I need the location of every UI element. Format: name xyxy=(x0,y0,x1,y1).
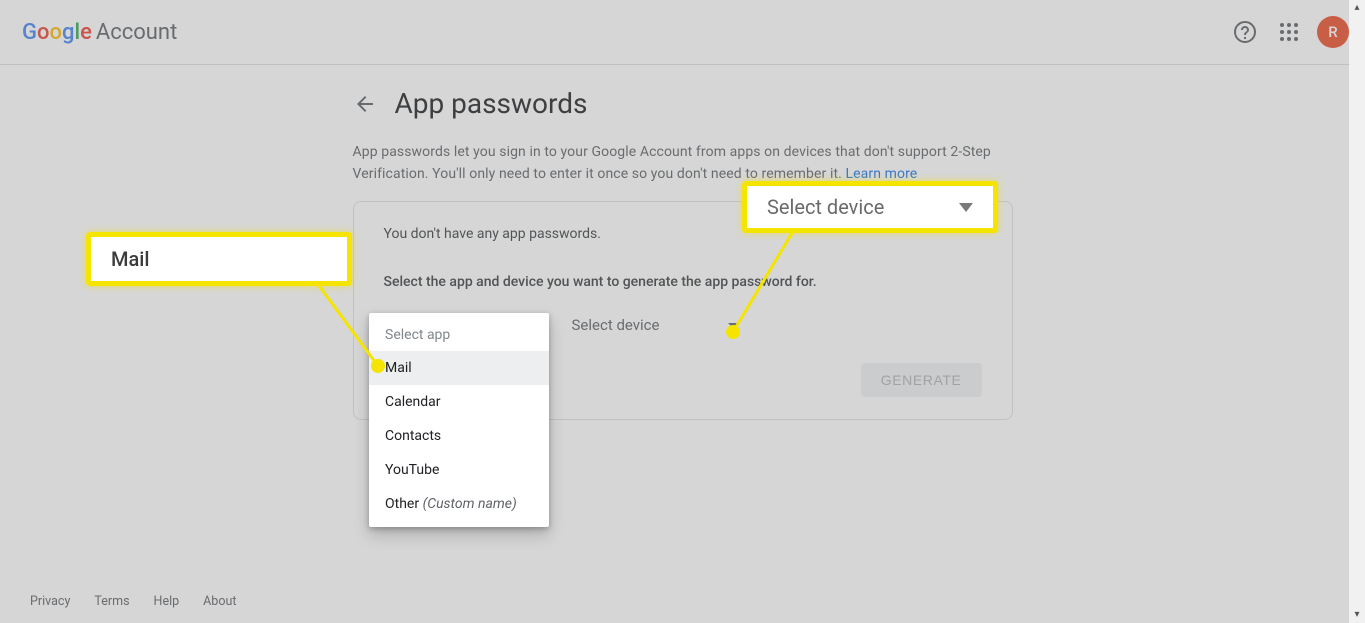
google-wordmark: Google xyxy=(22,20,92,45)
footer-terms-link[interactable]: Terms xyxy=(94,594,129,609)
footer-privacy-link[interactable]: Privacy xyxy=(30,594,70,609)
dropdown-item-other[interactable]: Other (Custom name) xyxy=(369,487,549,521)
dropdown-header: Select app xyxy=(369,319,549,351)
title-row: App passwords xyxy=(353,65,1013,140)
google-account-logo[interactable]: Google Account xyxy=(22,20,177,45)
footer-links: Privacy Terms Help About xyxy=(30,594,236,609)
google-apps-icon[interactable] xyxy=(1269,12,1309,52)
dropdown-other-custom: (Custom name) xyxy=(423,496,517,512)
chevron-down-icon xyxy=(959,203,973,212)
instruction-text: Select the app and device you want to ge… xyxy=(384,274,982,290)
select-device-dropdown[interactable]: Select device xyxy=(570,312,740,339)
footer-about-link[interactable]: About xyxy=(203,594,236,609)
select-device-label: Select device xyxy=(572,316,660,334)
scroll-down-icon[interactable]: ▾ xyxy=(1349,607,1365,623)
app-header: Google Account R xyxy=(0,0,1365,64)
dropdown-other-label: Other xyxy=(385,496,423,512)
dropdown-item-mail[interactable]: Mail xyxy=(369,351,549,385)
chevron-down-icon xyxy=(728,323,738,328)
vertical-scrollbar[interactable]: ▴ ▾ xyxy=(1349,0,1365,623)
page-title: App passwords xyxy=(395,87,588,120)
annotation-callout-device-text: Select device xyxy=(767,195,884,219)
avatar[interactable]: R xyxy=(1317,16,1349,48)
annotation-callout-mail: Mail xyxy=(86,232,352,286)
account-word: Account xyxy=(96,20,177,45)
footer-help-link[interactable]: Help xyxy=(154,594,180,609)
select-app-menu: Select app Mail Calendar Contacts YouTub… xyxy=(369,313,549,527)
dropdown-item-calendar[interactable]: Calendar xyxy=(369,385,549,419)
generate-button[interactable]: GENERATE xyxy=(861,363,982,397)
back-arrow-icon[interactable] xyxy=(353,92,377,116)
dropdown-item-youtube[interactable]: YouTube xyxy=(369,453,549,487)
help-icon[interactable] xyxy=(1225,12,1265,52)
learn-more-link[interactable]: Learn more xyxy=(846,166,918,182)
scroll-up-icon[interactable]: ▴ xyxy=(1349,0,1365,16)
dropdown-item-contacts[interactable]: Contacts xyxy=(369,419,549,453)
annotation-callout-mail-text: Mail xyxy=(111,247,149,271)
annotation-callout-device: Select device xyxy=(742,181,998,233)
